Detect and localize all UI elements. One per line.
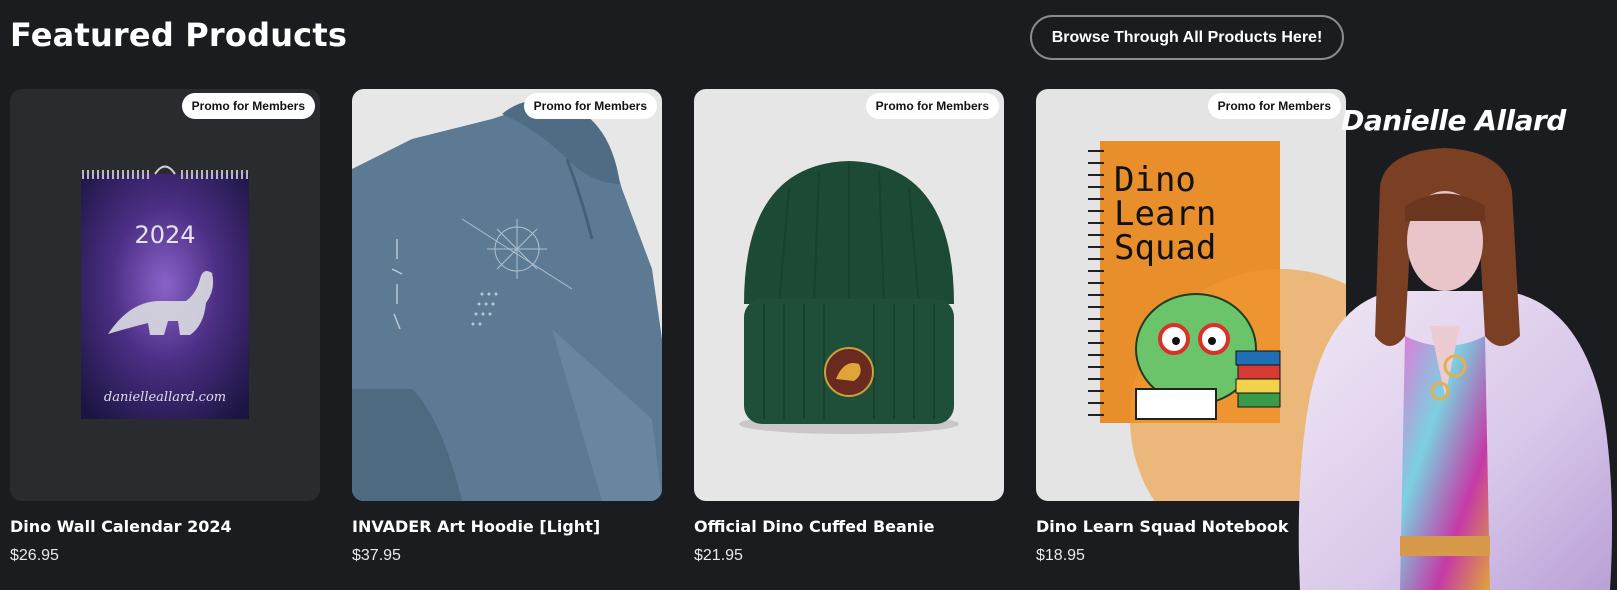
promo-badge: Promo for Members: [865, 93, 999, 119]
product-price: $37.95: [352, 547, 401, 564]
product-image[interactable]: Promo for Members: [352, 89, 662, 501]
product-card[interactable]: Promo for Members Official Dino Cuffed B…: [694, 89, 1004, 564]
promo-badge: Promo for Members: [523, 93, 657, 119]
product-price: $26.95: [10, 547, 59, 564]
section-title: Featured Products: [10, 16, 348, 54]
calendar-image: 2024 danielleallard.com: [81, 165, 249, 419]
product-name[interactable]: Official Dino Cuffed Beanie: [694, 517, 935, 536]
svg-text:danielleallard.com: danielleallard.com: [104, 390, 226, 405]
product-image[interactable]: 2024 danielleallard.com Promo for Member…: [10, 89, 320, 501]
person-photo: [1298, 148, 1613, 590]
product-price: $21.95: [694, 547, 743, 564]
product-name[interactable]: Dino Learn Squad Notebook: [1036, 517, 1289, 536]
product-image[interactable]: Promo for Members: [694, 89, 1004, 501]
beanie-image: [739, 161, 959, 434]
browse-all-products-button[interactable]: Browse Through All Products Here!: [1030, 15, 1344, 60]
product-name[interactable]: Dino Wall Calendar 2024: [10, 517, 232, 536]
svg-text:2024: 2024: [134, 221, 195, 249]
product-card[interactable]: Promo for Members INVADER Art Hoodie [Li…: [352, 89, 662, 564]
svg-text:Squad: Squad: [1114, 228, 1216, 268]
product-name[interactable]: INVADER Art Hoodie [Light]: [352, 517, 600, 536]
product-card[interactable]: 2024 danielleallard.com Promo for Member…: [10, 89, 320, 564]
product-price: $18.95: [1036, 547, 1085, 564]
promo-panel: Danielle Allard: [1290, 96, 1617, 590]
promo-badge: Promo for Members: [181, 93, 315, 119]
hoodie-image: [352, 100, 662, 501]
